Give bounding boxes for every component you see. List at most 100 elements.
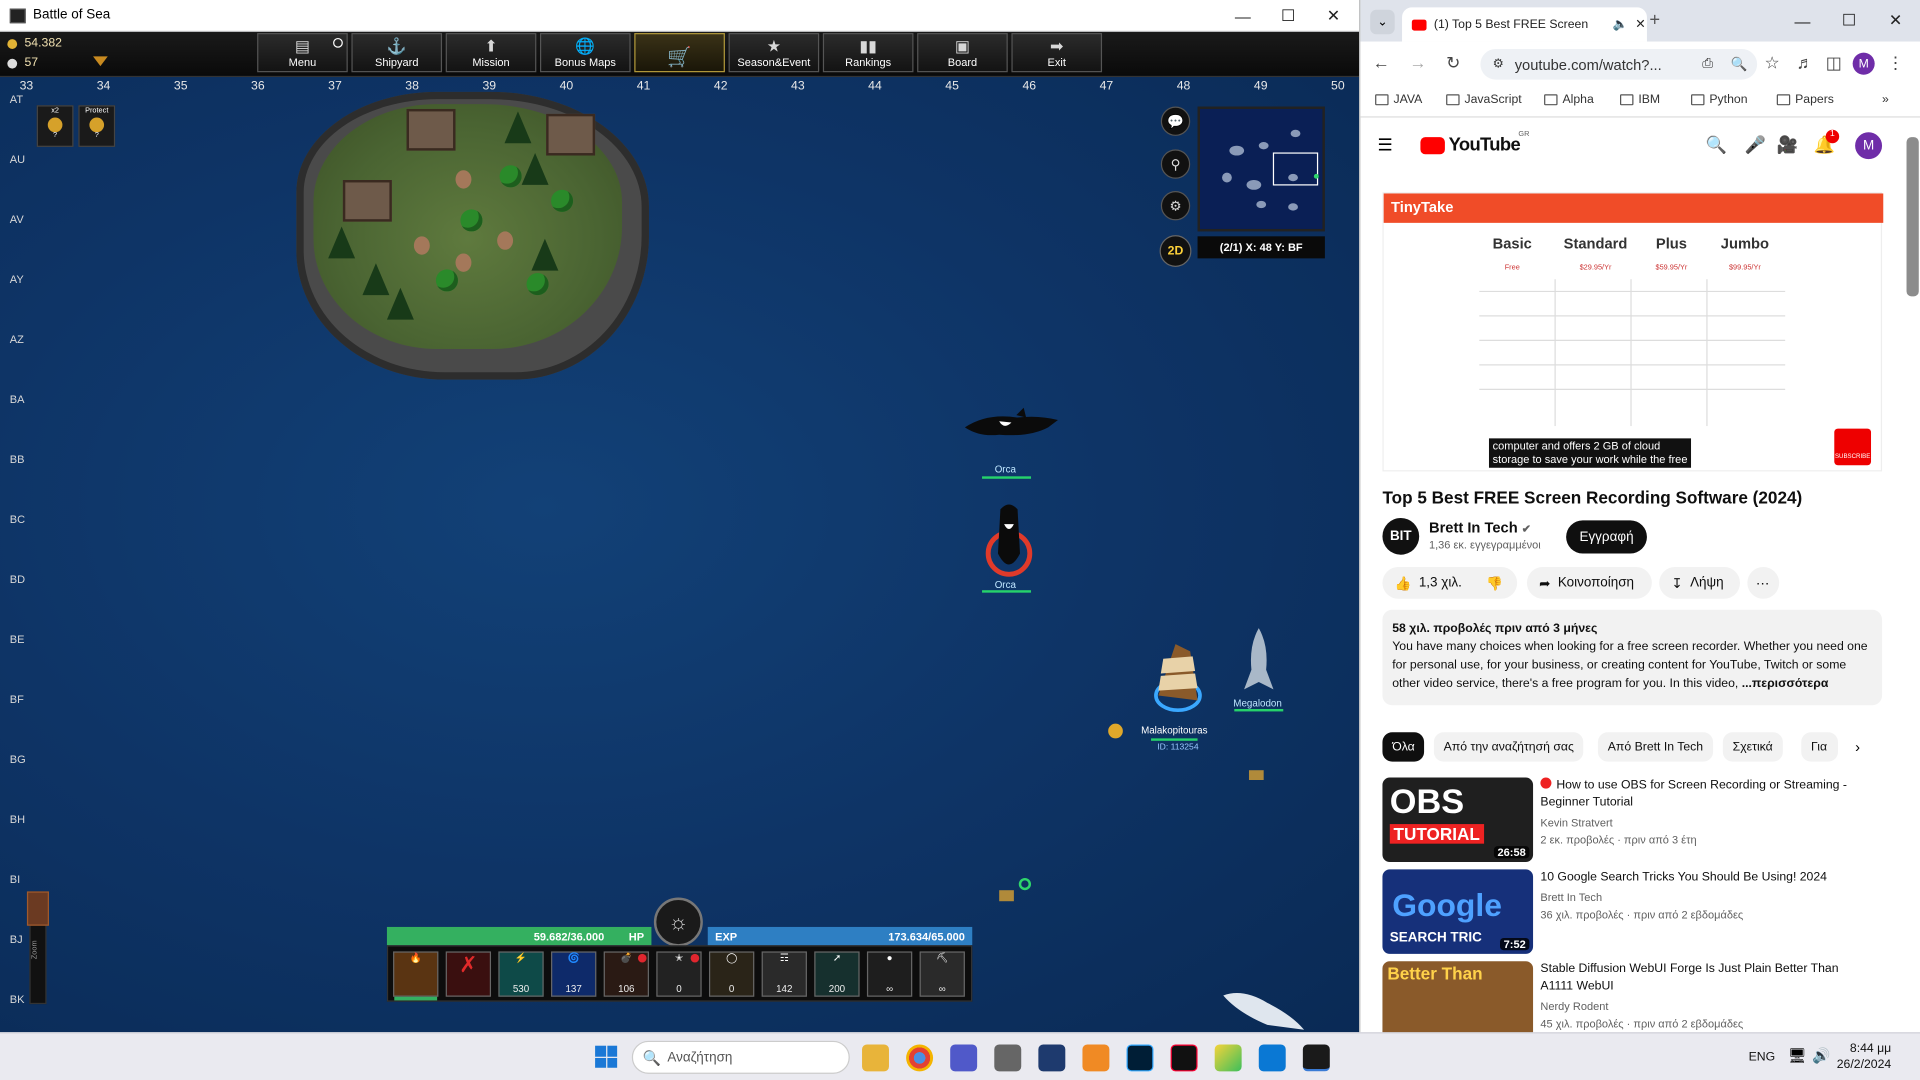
skill-slot[interactable]: 🔥 bbox=[393, 951, 439, 1001]
teams-icon[interactable] bbox=[950, 1044, 978, 1072]
subscribe-button[interactable]: Εγγραφή bbox=[1566, 520, 1647, 554]
battle-of-sea-taskbar-icon[interactable] bbox=[1302, 1044, 1330, 1072]
calculator-icon[interactable] bbox=[994, 1044, 1022, 1072]
protect-buff[interactable]: Protect ? bbox=[78, 105, 116, 147]
network-icon[interactable]: 🖥 bbox=[1788, 1047, 1807, 1064]
treasure-chest-icon[interactable] bbox=[1248, 770, 1264, 781]
vscode-icon[interactable] bbox=[1258, 1044, 1286, 1072]
exit-button[interactable]: ➡ Exit bbox=[1011, 33, 1103, 73]
minimize-button[interactable]: — bbox=[1220, 0, 1267, 32]
bookmark-folder[interactable]: Papers bbox=[1776, 93, 1834, 107]
mission-button[interactable]: ⬆ Mission bbox=[445, 33, 537, 73]
chip-from-channel[interactable]: Από Brett In Tech bbox=[1597, 732, 1713, 762]
bookmark-folder[interactable]: JavaScript bbox=[1446, 93, 1522, 107]
address-bar[interactable]: ⚙ youtube.com/watch?... ⎙ 🔍 bbox=[1480, 48, 1758, 80]
search-icon[interactable]: 🔍 bbox=[1706, 135, 1727, 156]
more-actions-button[interactable]: ⋯ bbox=[1747, 566, 1780, 599]
reload-icon[interactable]: ↻ bbox=[1446, 53, 1460, 74]
x2-buff[interactable]: x2 ? bbox=[36, 105, 74, 147]
hamburger-icon[interactable]: ☰ bbox=[1378, 135, 1393, 156]
orca-creature[interactable] bbox=[962, 405, 1060, 442]
skill-slot[interactable]: ➚ 200 bbox=[814, 951, 860, 997]
video-thumbnail[interactable]: Google SEARCH TRIC 7:52 bbox=[1382, 869, 1534, 954]
minimap[interactable] bbox=[1197, 106, 1325, 232]
tab-youtube[interactable]: (1) Top 5 Best FREE Screen 🔈 ✕ bbox=[1402, 7, 1647, 42]
chrome-icon[interactable] bbox=[906, 1044, 934, 1072]
bookmark-folder[interactable]: Alpha bbox=[1544, 93, 1594, 107]
skill-slot[interactable]: 💣 106 bbox=[603, 951, 649, 997]
profile-avatar[interactable]: M bbox=[1852, 52, 1875, 75]
settings-button[interactable]: ⚙ bbox=[1160, 191, 1191, 221]
side-panel-icon[interactable]: ◫ bbox=[1826, 53, 1842, 74]
bonus-maps-button[interactable]: 🌐 Bonus Maps bbox=[540, 33, 631, 73]
install-icon[interactable]: ⎙ bbox=[1702, 56, 1713, 72]
view-2d-button[interactable]: 2D bbox=[1159, 235, 1192, 267]
board-button[interactable]: ▣ Board bbox=[917, 33, 1008, 73]
channel-name[interactable]: Brett In Tech ✔ bbox=[1429, 519, 1531, 536]
recommended-video[interactable]: Google SEARCH TRIC 7:52 10 Google Search… bbox=[1382, 869, 1896, 955]
kebab-menu-icon[interactable]: ⋮ bbox=[1887, 53, 1904, 74]
rankings-button[interactable]: ▮▮ Rankings bbox=[822, 33, 914, 73]
taskbar-search[interactable]: 🔍 Αναζήτηση bbox=[631, 1040, 850, 1074]
account-avatar[interactable]: M bbox=[1855, 132, 1883, 160]
tab-search-button[interactable]: ⌄ bbox=[1370, 9, 1395, 35]
xampp-icon[interactable] bbox=[1082, 1044, 1110, 1072]
system-clock[interactable]: 8:44 μμ 26/2/2024 bbox=[1837, 1041, 1891, 1073]
download-button[interactable]: ↧ Λήψη bbox=[1659, 566, 1741, 599]
orca-creature[interactable] bbox=[983, 500, 1034, 586]
shipyard-button[interactable]: ⚓ Shipyard bbox=[351, 33, 443, 73]
skill-slot[interactable]: ✗ bbox=[445, 951, 492, 997]
youtube-logo-text[interactable]: YouTube bbox=[1449, 135, 1521, 156]
microphone-icon[interactable]: 🎤 bbox=[1745, 135, 1766, 156]
tab-close-icon[interactable]: ✕ bbox=[1635, 18, 1645, 31]
skill-slot[interactable]: ✭ 0 bbox=[656, 951, 702, 997]
skill-slot[interactable]: ◯ 0 bbox=[708, 951, 755, 997]
browser-close-button[interactable]: ✕ bbox=[1872, 5, 1919, 37]
season-event-button[interactable]: ★ Season&Event bbox=[728, 33, 820, 73]
chip-from-search[interactable]: Από την αναζήτησή σας bbox=[1433, 732, 1584, 762]
browser-minimize-button[interactable]: — bbox=[1779, 5, 1826, 37]
start-button[interactable] bbox=[595, 1045, 618, 1068]
photoshop-icon[interactable] bbox=[1126, 1044, 1154, 1072]
share-button[interactable]: ➦ Κοινοποίηση bbox=[1526, 566, 1652, 599]
language-indicator[interactable]: ENG bbox=[1749, 1051, 1776, 1064]
forward-icon[interactable]: → bbox=[1409, 53, 1426, 73]
chip-for-you[interactable]: Για bbox=[1801, 732, 1838, 762]
bookmark-folder[interactable]: JAVA bbox=[1375, 93, 1422, 107]
snipping-tool-icon[interactable] bbox=[1038, 1044, 1066, 1072]
megalodon-creature[interactable] bbox=[1237, 626, 1281, 695]
skill-slot[interactable]: ☶ 142 bbox=[761, 951, 807, 997]
new-tab-icon[interactable]: + bbox=[1649, 10, 1660, 31]
video-player[interactable]: TinyTake Basic Standard Plus Jumbo Free … bbox=[1382, 192, 1884, 472]
close-button[interactable]: ✕ bbox=[1310, 0, 1357, 32]
shop-button[interactable]: 🛒 bbox=[634, 33, 725, 73]
thumbs-down-icon[interactable]: 👎 bbox=[1486, 575, 1503, 591]
skill-slot[interactable]: ⛏ ∞ bbox=[919, 951, 965, 997]
zoom-slider-handle[interactable] bbox=[26, 891, 49, 926]
zoom-icon[interactable]: 🔍 bbox=[1731, 56, 1748, 73]
more-bookmarks-icon[interactable]: » bbox=[1882, 93, 1889, 106]
volume-icon[interactable]: 🔊 bbox=[1812, 1047, 1830, 1064]
recommended-video[interactable]: OBS TUTORIAL 26:58 How to use OBS for Sc… bbox=[1382, 777, 1896, 864]
treasure-chest-icon[interactable] bbox=[999, 890, 1014, 902]
whale-creature[interactable] bbox=[1218, 983, 1306, 1032]
site-info-icon[interactable]: ⚙ bbox=[1493, 58, 1504, 71]
chevron-right-icon[interactable]: › bbox=[1855, 738, 1860, 755]
player-ship[interactable] bbox=[1141, 634, 1210, 717]
skill-slot[interactable]: ● ∞ bbox=[866, 951, 913, 997]
page-scrollbar[interactable] bbox=[1906, 137, 1919, 297]
youtube-logo-icon[interactable] bbox=[1420, 137, 1445, 155]
sea-map[interactable]: 33 34 35 36 37 38 39 40 41 42 43 44 45 4… bbox=[0, 77, 1360, 1033]
chat-button[interactable]: 💬 bbox=[1160, 106, 1191, 136]
like-button[interactable]: 👍 1,3 χιλ. 👎 bbox=[1382, 566, 1518, 599]
location-button[interactable]: ⚲ bbox=[1160, 149, 1191, 179]
bookmark-folder[interactable]: Python bbox=[1691, 93, 1748, 107]
file-explorer-icon[interactable] bbox=[862, 1044, 889, 1072]
show-more-link[interactable]: ...περισσότερα bbox=[1742, 677, 1829, 690]
skill-slot[interactable]: ⚡ 530 bbox=[498, 951, 544, 997]
resources-dropdown-icon[interactable] bbox=[93, 56, 108, 67]
channel-avatar[interactable]: BIT bbox=[1382, 517, 1420, 555]
browser-maximize-button[interactable]: ☐ bbox=[1826, 5, 1873, 37]
video-thumbnail[interactable]: OBS TUTORIAL 26:58 bbox=[1382, 777, 1534, 863]
bookmark-folder[interactable]: IBM bbox=[1620, 93, 1660, 107]
